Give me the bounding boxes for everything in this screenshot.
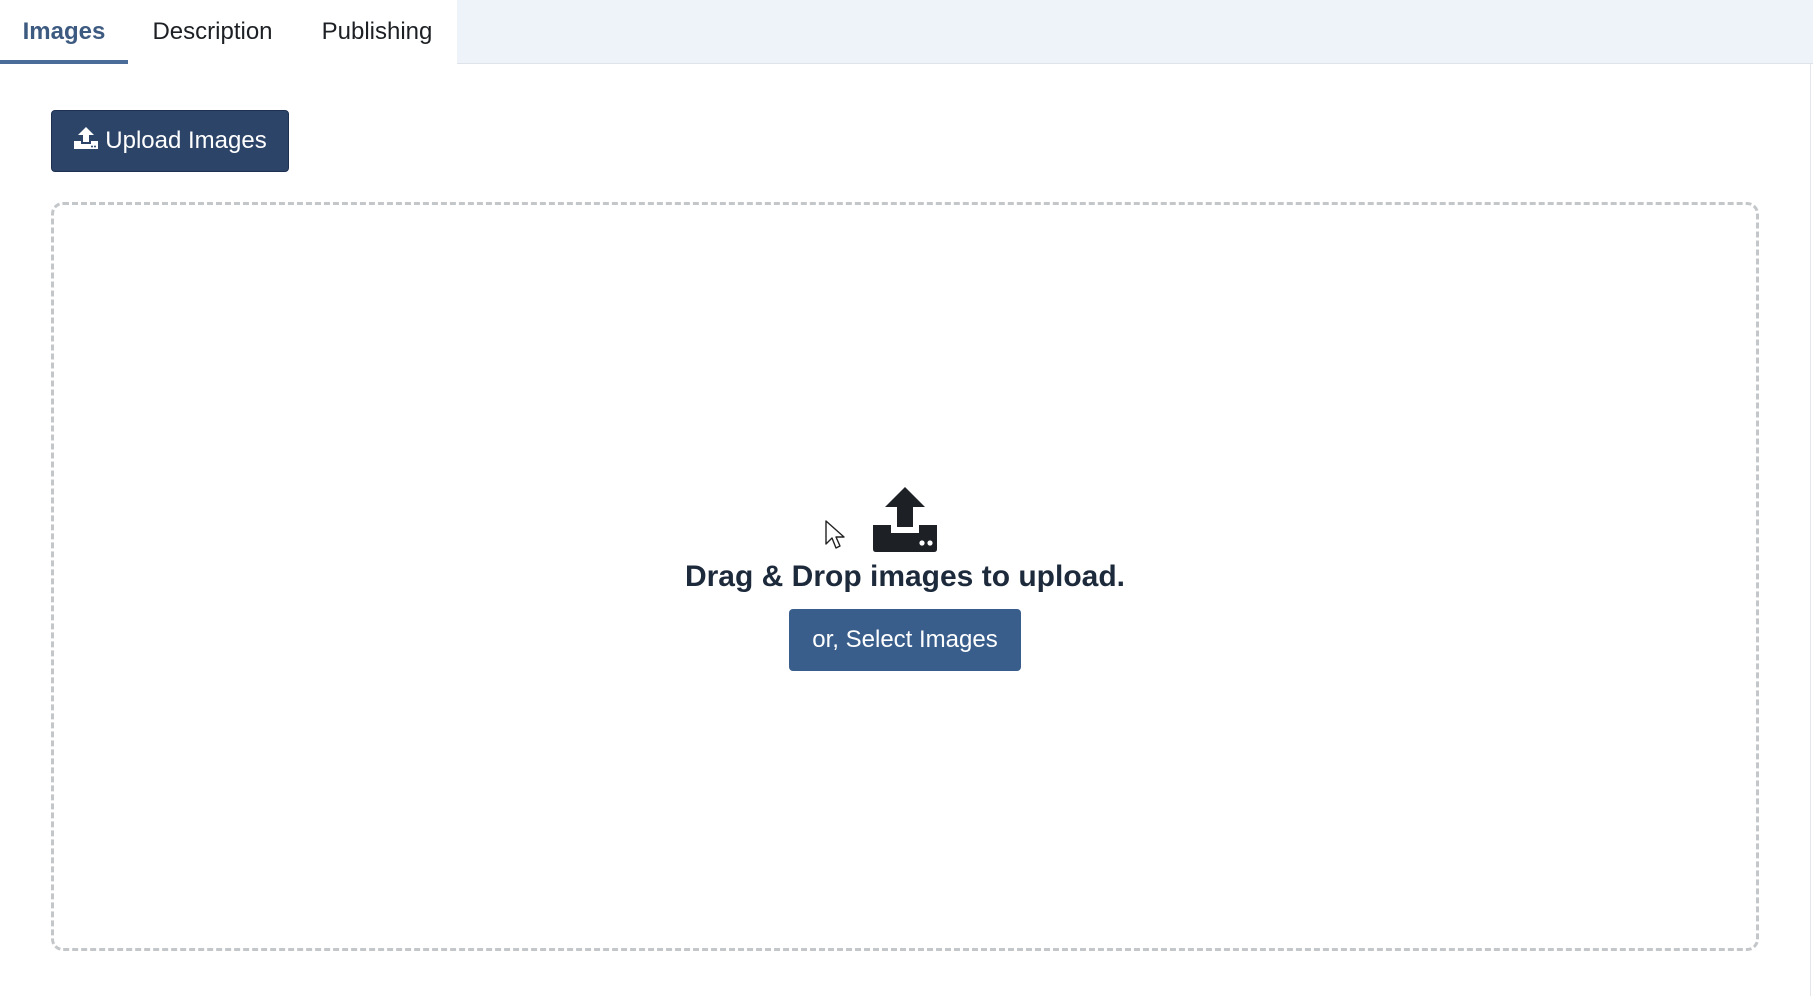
upload-icon <box>73 126 99 157</box>
dropzone[interactable]: Drag & Drop images to upload. or, Select… <box>51 202 1759 951</box>
upload-images-button[interactable]: Upload Images <box>51 110 289 172</box>
tab-images[interactable]: Images <box>0 0 128 64</box>
dropzone-instructions: Drag & Drop images to upload. <box>684 560 1126 593</box>
mouse-cursor-icon <box>825 520 847 550</box>
tab-description[interactable]: Description <box>128 0 297 64</box>
upload-images-label: Upload Images <box>105 127 267 154</box>
select-images-button[interactable]: or, Select Images <box>789 609 1021 671</box>
dropzone-content: Drag & Drop images to upload. or, Select… <box>54 487 1756 671</box>
tab-publishing[interactable]: Publishing <box>297 0 457 64</box>
upload-icon <box>870 487 940 553</box>
tab-bar: Images Description Publishing <box>0 0 1813 64</box>
tab-list: Images Description Publishing <box>0 0 457 64</box>
